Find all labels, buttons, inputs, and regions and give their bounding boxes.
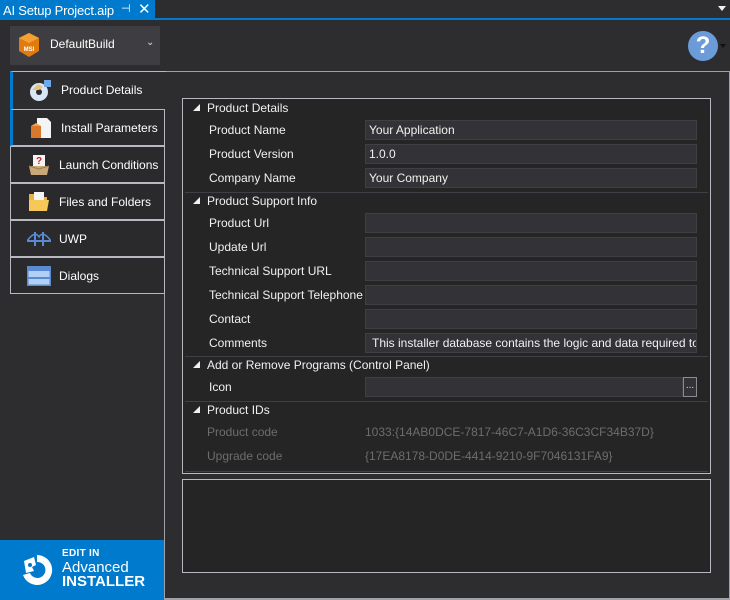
sidebar-item-label: Install Parameters — [61, 121, 158, 135]
cd-install-icon — [30, 80, 51, 101]
property-name: Upgrade code — [207, 449, 283, 463]
property-description-panel — [182, 479, 711, 573]
pin-icon[interactable]: ⊣ — [121, 2, 131, 15]
edit-in-advanced-installer-button[interactable]: EDIT IN Advanced INSTALLER — [0, 540, 164, 600]
advanced-installer-logo-icon — [23, 554, 53, 585]
help-dropdown-icon[interactable] — [720, 44, 726, 48]
product-url-field[interactable] — [365, 213, 697, 233]
sidebar-item-product-details[interactable]: Product Details — [10, 71, 166, 109]
sidebar-item-label: Product Details — [61, 83, 143, 97]
build-name: DefaultBuild — [50, 37, 115, 51]
property-name: Product Url — [209, 216, 270, 230]
collapse-triangle-icon[interactable] — [193, 104, 200, 111]
contact-field[interactable] — [365, 309, 697, 329]
category-label: Product IDs — [207, 403, 270, 417]
sidebar-item-dialogs[interactable]: Dialogs — [10, 257, 165, 294]
property-name: Product code — [207, 425, 278, 439]
close-icon[interactable]: ✕ — [138, 0, 151, 18]
property-name: Company Name — [209, 171, 296, 185]
update-url-field[interactable] — [365, 237, 697, 257]
property-name: Icon — [209, 380, 232, 394]
property-row-comments: Comments This installer database contain… — [183, 331, 710, 355]
product-code-value: 1033:{14AB0DCE-7817-46C7-A1D6-36C3CF34B3… — [365, 425, 654, 439]
property-row-technical-support-telephone: Technical Support Telephone — [183, 283, 710, 307]
property-name: Technical Support URL — [209, 264, 332, 278]
browse-button[interactable]: ... — [683, 377, 697, 397]
property-name: Comments — [209, 336, 268, 350]
category-product-ids[interactable]: Product IDs — [183, 401, 710, 420]
document-tab-title: AI Setup Project.aip — [3, 2, 114, 18]
msi-package-icon: MSI — [19, 33, 39, 57]
category-add-remove-programs[interactable]: Add or Remove Programs (Control Panel) — [183, 356, 710, 375]
category-label: Product Support Info — [207, 194, 318, 208]
technical-support-telephone-field[interactable] — [365, 285, 697, 305]
upgrade-code-value: {17EA8178-D0DE-4414-9210-9F7046131FA9} — [365, 449, 613, 463]
box-question-icon: ? — [28, 155, 50, 175]
property-grid: Product Details Product Name Your Applic… — [182, 98, 711, 474]
document-tab-strip: AI Setup Project.aip ⊣ ✕ — [0, 0, 730, 20]
bridge-icon — [27, 232, 51, 246]
property-row-icon: Icon ... — [183, 375, 710, 399]
document-tab[interactable]: AI Setup Project.aip ⊣ ✕ — [0, 0, 155, 20]
property-row-company-name: Company Name Your Company — [183, 166, 710, 190]
property-name: Technical Support Telephone — [209, 288, 363, 302]
property-row-product-code: Product code 1033:{14AB0DCE-7817-46C7-A1… — [183, 420, 710, 444]
property-row-product-version: Product Version 1.0.0 — [183, 142, 710, 166]
sidebar-item-label: Launch Conditions — [59, 158, 159, 172]
product-name-field[interactable]: Your Application — [365, 120, 697, 140]
dialog-window-icon — [27, 266, 51, 286]
build-selector-dropdown[interactable]: MSI DefaultBuild ⌄ — [10, 26, 160, 65]
icon-path-field[interactable] — [365, 377, 683, 397]
divider — [185, 471, 708, 472]
sidebar-item-label: Dialogs — [59, 269, 100, 283]
category-product-details[interactable]: Product Details — [183, 99, 710, 118]
property-name: Update Url — [209, 240, 267, 254]
collapse-triangle-icon[interactable] — [193, 406, 200, 413]
property-row-contact: Contact — [183, 307, 710, 331]
property-name: Product Name — [209, 123, 286, 137]
sidebar-item-uwp[interactable]: UWP — [10, 220, 165, 257]
property-row-update-url: Update Url — [183, 235, 710, 259]
technical-support-url-field[interactable] — [365, 261, 697, 281]
comments-field[interactable]: This installer database contains the log… — [365, 333, 697, 353]
product-version-field[interactable]: 1.0.0 — [365, 144, 697, 164]
property-name: Contact — [209, 312, 251, 326]
banner-brand-line2: INSTALLER — [62, 573, 146, 590]
category-product-support-info[interactable]: Product Support Info — [183, 192, 710, 211]
sidebar-item-install-parameters[interactable]: Install Parameters — [10, 109, 165, 146]
svg-text:?: ? — [36, 156, 42, 167]
category-label: Product Details — [207, 101, 289, 115]
property-row-upgrade-code: Upgrade code {17EA8178-D0DE-4414-9210-9F… — [183, 444, 710, 468]
collapse-triangle-icon[interactable] — [193, 197, 200, 204]
folder-icon — [29, 192, 49, 211]
property-row-product-url: Product Url — [183, 211, 710, 235]
sidebar-item-label: UWP — [59, 232, 87, 246]
company-name-field[interactable]: Your Company — [365, 168, 697, 188]
help-button[interactable]: ? — [688, 31, 718, 61]
category-label: Add or Remove Programs (Control Panel) — [207, 358, 430, 372]
svg-text:MSI: MSI — [24, 47, 35, 53]
property-name: Product Version — [209, 147, 294, 161]
chevron-down-icon: ⌄ — [146, 37, 155, 48]
sidebar-item-files-and-folders[interactable]: Files and Folders — [10, 183, 165, 220]
banner-edit-in: EDIT IN — [62, 548, 100, 559]
sidebar-item-launch-conditions[interactable]: ? Launch Conditions — [10, 146, 165, 183]
property-row-technical-support-url: Technical Support URL — [183, 259, 710, 283]
package-document-icon — [31, 118, 51, 138]
sidebar-item-label: Files and Folders — [59, 195, 152, 209]
collapse-triangle-icon[interactable] — [193, 361, 200, 368]
tab-list-dropdown-icon[interactable] — [718, 6, 726, 11]
property-row-product-name: Product Name Your Application — [183, 118, 710, 142]
